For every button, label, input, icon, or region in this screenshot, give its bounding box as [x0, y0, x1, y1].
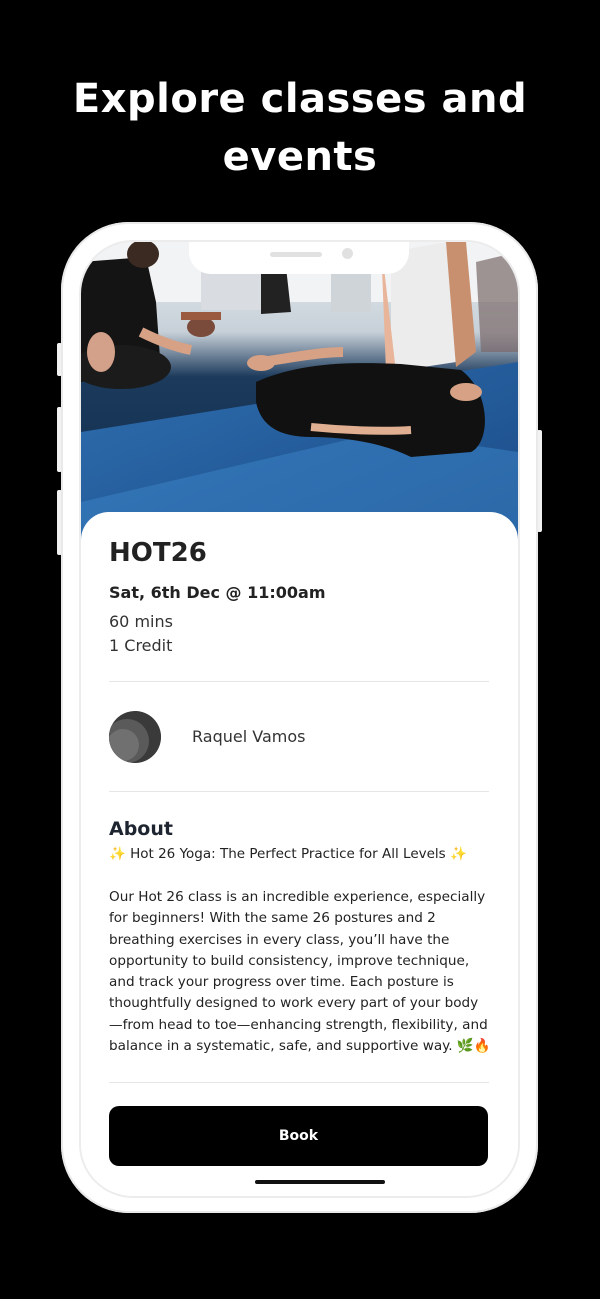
instructor-avatar[interactable] [109, 711, 161, 763]
divider [109, 791, 489, 792]
about-heading: About [109, 818, 173, 840]
class-hero-image [81, 242, 518, 542]
class-duration: 60 mins [109, 612, 173, 631]
class-title: HOT26 [109, 538, 207, 568]
phone-frame: HOT26 Sat, 6th Dec @ 11:00am 60 mins 1 C… [61, 222, 538, 1213]
home-indicator[interactable] [255, 1180, 385, 1184]
phone-screen: HOT26 Sat, 6th Dec @ 11:00am 60 mins 1 C… [81, 242, 518, 1196]
divider [109, 681, 489, 682]
speaker-grille [270, 252, 322, 257]
book-button[interactable]: Book [109, 1106, 488, 1166]
divider [109, 1082, 489, 1083]
front-camera [342, 248, 353, 259]
about-subtitle: ✨ Hot 26 Yoga: The Perfect Practice for … [109, 846, 467, 862]
class-datetime: Sat, 6th Dec @ 11:00am [109, 583, 326, 602]
phone-notch [189, 242, 409, 274]
class-credits: 1 Credit [109, 636, 173, 655]
about-description: Our Hot 26 class is an incredible experi… [109, 889, 491, 1055]
instructor-name[interactable]: Raquel Vamos [192, 727, 305, 746]
class-detail-sheet: HOT26 Sat, 6th Dec @ 11:00am 60 mins 1 C… [81, 512, 518, 1196]
marketing-headline: Explore classes and events [72, 76, 528, 180]
